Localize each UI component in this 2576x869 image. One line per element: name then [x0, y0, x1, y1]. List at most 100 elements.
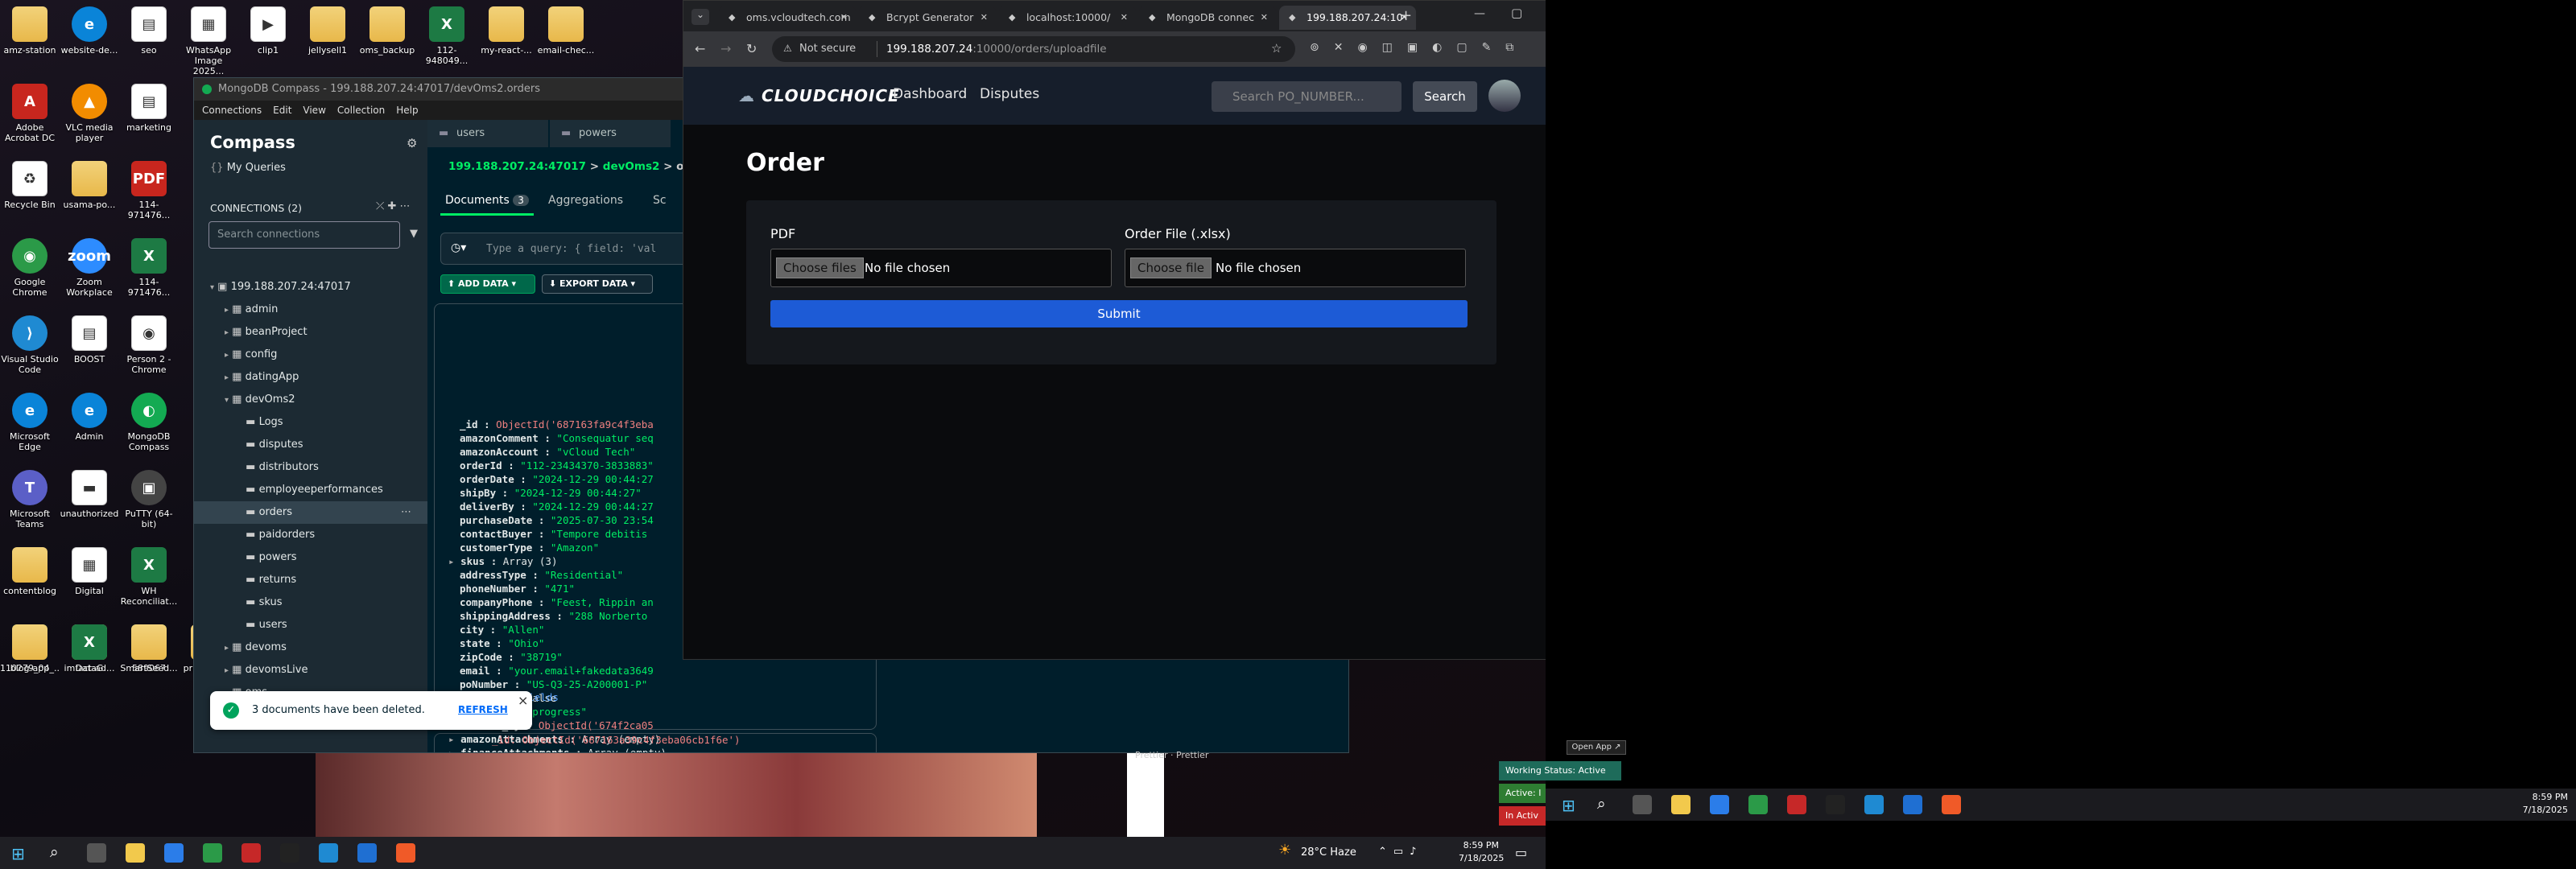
connection-actions-icon[interactable]: ⤫ ✚ ⋯: [376, 200, 411, 212]
document-field[interactable]: amazonComment : "Consequatur seq: [460, 431, 654, 445]
database-item[interactable]: ▸ ▦ datingApp: [194, 366, 427, 389]
taskbar-app-icon[interactable]: [1633, 795, 1652, 814]
expand-icon[interactable]: ▸: [448, 747, 460, 752]
desktop-icon[interactable]: zoom Zoom Workplace: [60, 235, 119, 298]
refresh-button[interactable]: REFRESH: [458, 704, 508, 715]
collection-item[interactable]: ▬ returns: [194, 569, 427, 591]
nav-disputes[interactable]: Disputes: [980, 86, 1039, 102]
clock-time-2[interactable]: 8:59 PM: [2512, 792, 2568, 802]
reload-icon[interactable]: ↻: [746, 41, 757, 56]
filter-icon[interactable]: ▼: [410, 228, 418, 240]
choose-file-button[interactable]: Choose file: [1130, 257, 1212, 278]
collection-item[interactable]: ▬ disputes: [194, 434, 427, 456]
desktop-icon[interactable]: ▤ marketing: [119, 80, 179, 133]
clock-date-2[interactable]: 7/18/2025: [2512, 805, 2568, 815]
desktop-icon[interactable]: ◉ Google Chrome: [0, 235, 60, 298]
document-field[interactable]: _id : ObjectId('687163fa9c4f3eba: [460, 418, 654, 431]
document-field[interactable]: amazonAccount : "vCloud Tech": [460, 445, 635, 459]
taskbar-app-icon[interactable]: [1942, 795, 1961, 814]
database-item[interactable]: ▸ ▦ beanProject: [194, 321, 427, 344]
back-icon[interactable]: ←: [695, 41, 705, 56]
collection-item[interactable]: ▬ users: [194, 614, 427, 636]
collection-item[interactable]: ▬ paidorders: [194, 524, 427, 546]
minimize-icon[interactable]: —: [1474, 7, 1485, 20]
collection-item[interactable]: ▬ skus: [194, 591, 427, 614]
tab-schema[interactable]: Sc: [653, 194, 667, 207]
collection-item[interactable]: ▬ employeeperformances: [194, 479, 427, 501]
warning-icon[interactable]: ⚠: [783, 43, 792, 54]
collection-item[interactable]: ▬ powers: [194, 546, 427, 569]
search-connections-input[interactable]: Search connections: [208, 221, 400, 249]
desktop-icon[interactable]: X 114-971476...: [119, 235, 179, 298]
collection-item[interactable]: ▬ Logs: [194, 411, 427, 434]
compass-tab[interactable]: ▬ powers: [550, 120, 671, 147]
desktop-icon[interactable]: ▶ clip1: [238, 3, 298, 56]
taskbar-app-icon[interactable]: [1826, 795, 1845, 814]
menu-help[interactable]: Help: [396, 101, 418, 120]
search-button[interactable]: Search: [1413, 81, 1477, 112]
document-field[interactable]: city : "Allen": [460, 623, 544, 636]
taskbar-app-icon[interactable]: [1671, 795, 1690, 814]
taskbar-app-icon[interactable]: [1787, 795, 1806, 814]
taskbar-app-icon[interactable]: [164, 843, 184, 863]
browser-tab[interactable]: ◆ MongoDB connec ✕: [1139, 6, 1276, 30]
taskbar-app-icon[interactable]: [357, 843, 377, 863]
document-field[interactable]: ▸ financeAttachments : Array (empty): [448, 746, 667, 752]
desktop-icon[interactable]: e Admin: [60, 389, 119, 442]
settings-gear-icon[interactable]: ⚙: [407, 136, 417, 150]
desktop-icon[interactable]: A Adobe Acrobat DC: [0, 80, 60, 143]
taskbar-app-icon[interactable]: [1710, 795, 1729, 814]
database-item[interactable]: ▸ ▦ admin: [194, 299, 427, 321]
browser-tab[interactable]: ◆ localhost:10000/✕: [999, 6, 1136, 30]
url-text[interactable]: 199.188.207.24:10000/orders/uploadfile: [886, 43, 1107, 56]
desktop-icon[interactable]: jellysell1: [298, 3, 357, 56]
bookmark-star-icon[interactable]: ☆: [1271, 41, 1282, 56]
active-badge[interactable]: Active: I: [1499, 784, 1546, 803]
desktop-icon[interactable]: ◉ Person 2 - Chrome: [119, 312, 179, 375]
desktop-icon[interactable]: ▦ Digital: [60, 544, 119, 596]
submit-button[interactable]: Submit: [770, 300, 1468, 327]
document-field[interactable]: zipCode : "38719": [460, 650, 563, 664]
desktop-icon[interactable]: T Microsoft Teams: [0, 467, 60, 529]
document-field[interactable]: addressType : "Residential": [460, 568, 623, 582]
document-field[interactable]: orderDate : "2024-12-29 00:44:27: [460, 472, 654, 486]
document-field[interactable]: shipBy : "2024-12-29 00:44:27": [460, 486, 642, 500]
document-field[interactable]: deliverBy : "2024-12-29 00:44:27: [460, 500, 654, 513]
taskbar-app-icon[interactable]: [319, 843, 338, 863]
menu-edit[interactable]: Edit: [273, 101, 291, 120]
document-field[interactable]: poNumber : "US-Q3-25-A200001-P": [460, 677, 647, 691]
new-tab-button[interactable]: +: [1400, 7, 1412, 24]
tab-close-icon[interactable]: ✕: [840, 6, 848, 30]
desktop-icon[interactable]: SmartSeed...: [119, 621, 179, 673]
tab-search-icon[interactable]: ⌄: [691, 9, 709, 25]
taskbar-app-icon[interactable]: [1903, 795, 1922, 814]
taskbar-app-icon[interactable]: [203, 843, 222, 863]
taskbar-app-icon[interactable]: [280, 843, 299, 863]
desktop-icon[interactable]: e Microsoft Edge: [0, 389, 60, 452]
taskbar-search-icon[interactable]: ⌕: [50, 843, 59, 861]
expand-icon[interactable]: ▸: [448, 733, 460, 745]
windows-start-icon[interactable]: ⊞: [11, 844, 25, 863]
desktop-icon[interactable]: oms_backup: [357, 3, 417, 56]
taskbar-app-icon[interactable]: [126, 843, 145, 863]
breadcrumb-host[interactable]: 199.188.207.24:47017: [448, 160, 586, 173]
database-item[interactable]: ▸ ▦ config: [194, 344, 427, 366]
document-field[interactable]: email : "your.email+fakedata3649: [460, 664, 654, 677]
desktop-icon[interactable]: ◐ MongoDB Compass: [119, 389, 179, 452]
desktop-icon[interactable]: contentblog: [0, 544, 60, 596]
document-field[interactable]: ▸ skus : Array (3): [448, 554, 557, 568]
desktop-icon[interactable]: ▦ WhatsApp Image 2025...: [179, 3, 238, 76]
collection-item[interactable]: ▬ distributors: [194, 456, 427, 479]
expand-icon[interactable]: ▸: [448, 555, 460, 567]
pdf-file-input[interactable]: Choose files No file chosen: [770, 249, 1112, 287]
my-queries-link[interactable]: {} My Queries: [210, 162, 286, 174]
database-item[interactable]: ▾ ▦ devOms2: [194, 389, 427, 411]
desktop-icon[interactable]: ▤ seo: [119, 3, 179, 56]
omnibox[interactable]: ⚠ Not secure 199.188.207.24:10000/orders…: [772, 36, 1295, 62]
tab-close-icon[interactable]: ✕: [1121, 6, 1128, 30]
nav-dashboard[interactable]: Dashboard: [893, 86, 967, 102]
inactive-badge[interactable]: In Activ: [1499, 806, 1546, 826]
desktop-icon[interactable]: blog-app: [0, 621, 60, 673]
not-secure-label[interactable]: Not secure: [799, 43, 856, 55]
add-data-button[interactable]: ⬆ ADD DATA ▾: [440, 274, 535, 294]
